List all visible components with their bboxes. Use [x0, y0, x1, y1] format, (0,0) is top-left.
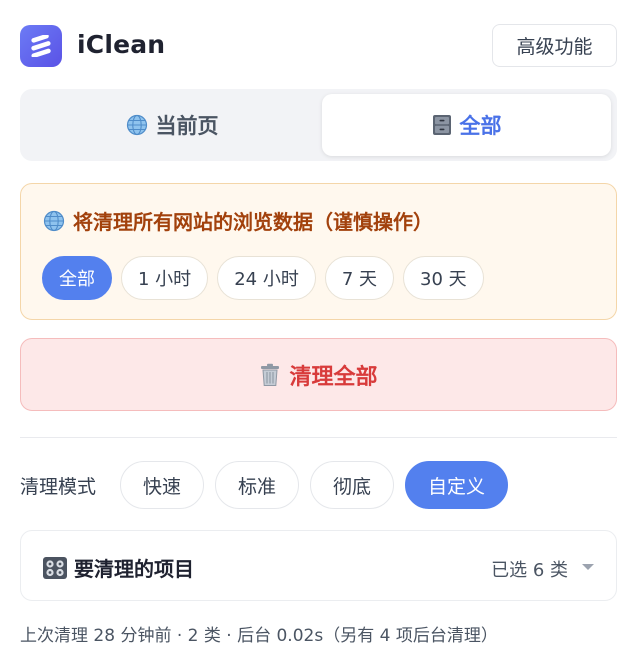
clean-items-title: 要清理的项目: [42, 553, 194, 582]
clean-items-title-text: 要清理的项目: [74, 557, 194, 581]
selected-count: 已选 6 类: [491, 560, 568, 581]
range-chip-30d[interactable]: 30 天: [403, 256, 484, 300]
clean-mode-options: 快速 标准 彻底 自定义: [120, 461, 509, 509]
mode-thorough[interactable]: 彻底: [310, 461, 395, 509]
range-chip-all[interactable]: 全部: [42, 256, 112, 300]
range-chip-24h[interactable]: 24 小时: [217, 256, 316, 300]
warning-text: 将清理所有网站的浏览数据（谨慎操作）: [73, 210, 433, 234]
globe-icon: [43, 210, 65, 232]
file-cabinet-icon: [432, 114, 452, 136]
tab-current-page[interactable]: 当前页: [26, 94, 318, 156]
broom-logo-icon: [20, 25, 62, 67]
clean-items-dropdown[interactable]: 要清理的项目 已选 6 类: [20, 530, 617, 601]
clean-all-button[interactable]: 清理全部: [20, 338, 617, 411]
mode-standard[interactable]: 标准: [215, 461, 300, 509]
header: iClean 高级功能: [20, 24, 617, 68]
scope-warning-panel: 将清理所有网站的浏览数据（谨慎操作） 全部 1 小时 24 小时 7 天 30 …: [20, 183, 617, 320]
app-title: iClean: [77, 30, 166, 59]
divider: [20, 437, 617, 438]
tab-current-page-label: 当前页: [155, 114, 219, 138]
advanced-features-button[interactable]: 高级功能: [492, 24, 617, 67]
last-clean-status: 上次清理 28 分钟前 · 2 类 · 后台 0.02s（另有 4 项后台清理）: [20, 626, 498, 646]
mode-quick[interactable]: 快速: [120, 461, 205, 509]
clean-all-label: 清理全部: [289, 364, 378, 390]
tab-all-label: 全部: [459, 114, 502, 138]
clean-mode-label: 清理模式: [20, 476, 97, 498]
control-knobs-icon: [42, 556, 68, 580]
globe-icon: [126, 114, 148, 136]
tab-all[interactable]: 全部: [322, 94, 611, 156]
mode-custom[interactable]: 自定义: [405, 461, 509, 509]
scope-toggle: 当前页 全部: [20, 89, 617, 161]
range-chip-1h[interactable]: 1 小时: [121, 256, 209, 300]
warning-message: 将清理所有网站的浏览数据（谨慎操作）: [43, 206, 433, 235]
trash-can-icon: [259, 363, 281, 387]
caret-down-icon: [582, 564, 594, 570]
popup-root: iClean 高级功能 当前页 全部 将清理所有网站的浏览数据（谨慎操作） 全部…: [0, 0, 638, 664]
range-chip-7d[interactable]: 7 天: [324, 256, 395, 300]
time-range-chips: 全部 1 小时 24 小时 7 天 30 天: [42, 256, 484, 300]
